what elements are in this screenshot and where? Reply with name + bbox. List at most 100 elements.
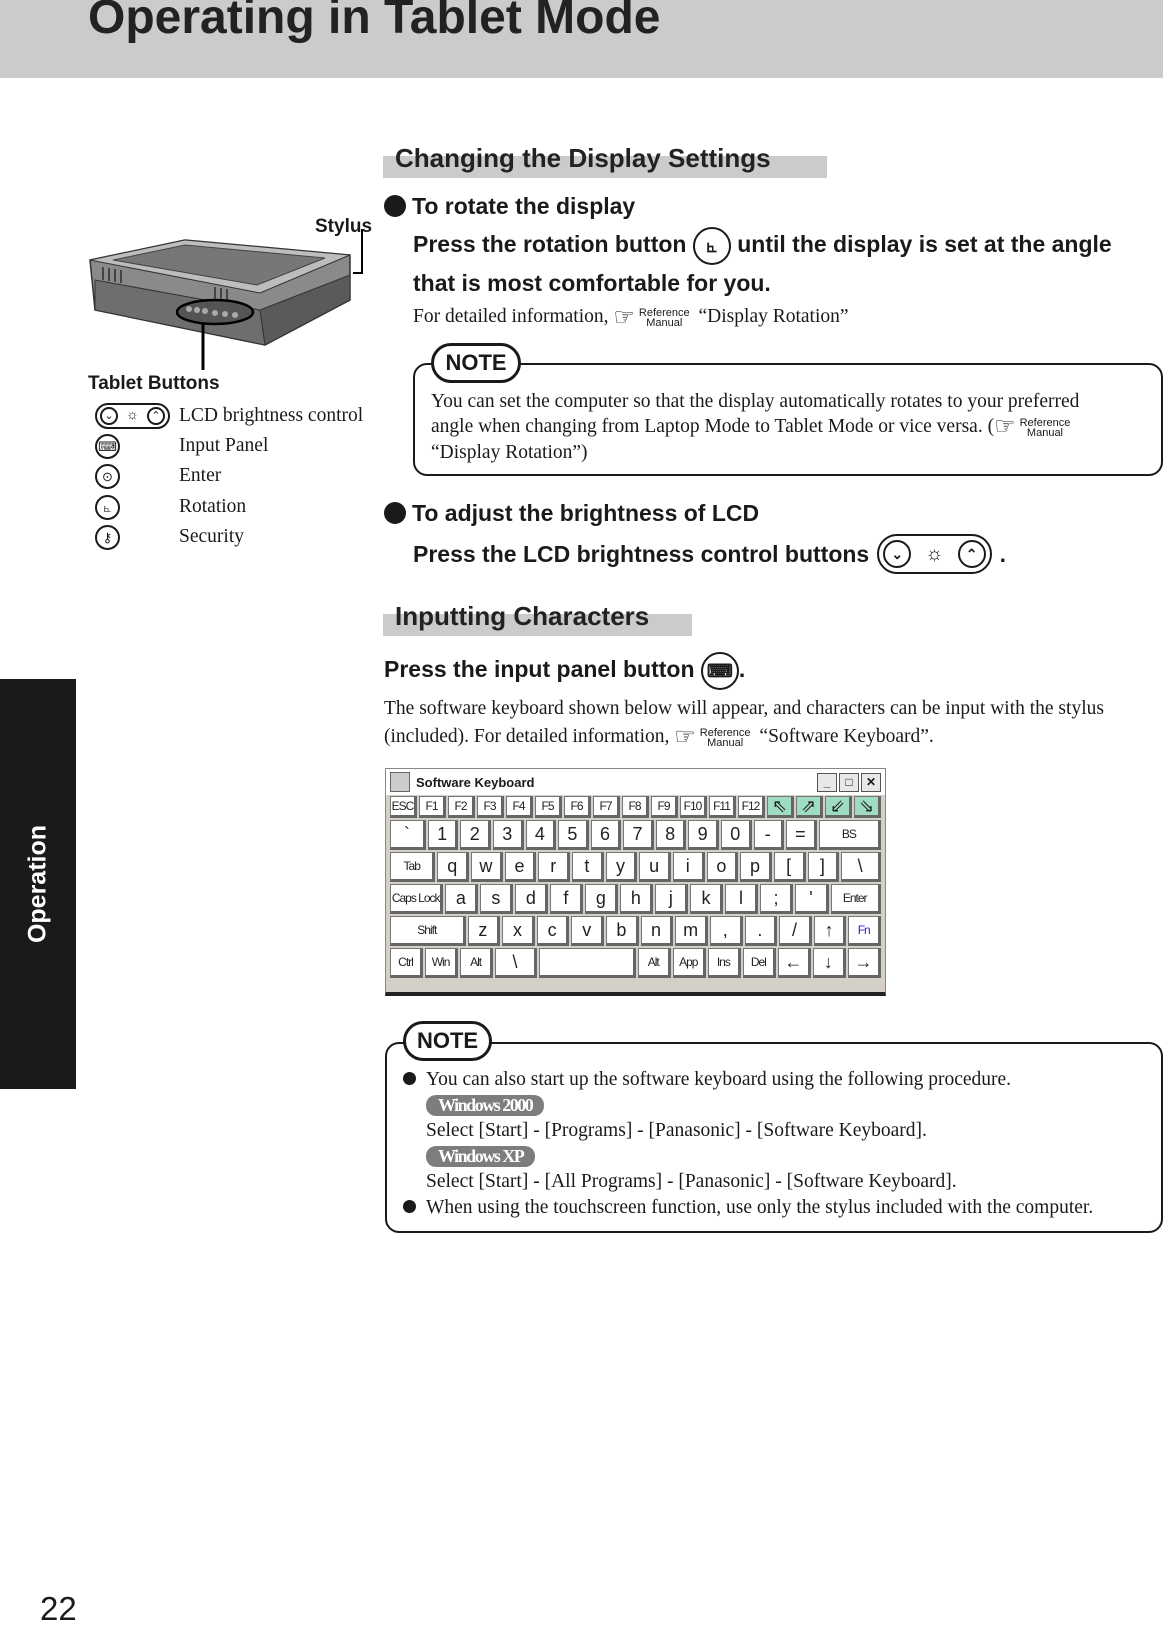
key[interactable]: h: [620, 884, 654, 914]
key[interactable]: Shift: [390, 916, 466, 946]
key[interactable]: a: [445, 884, 479, 914]
key[interactable]: l: [725, 884, 759, 914]
key[interactable]: F7: [593, 796, 620, 818]
key[interactable]: y: [605, 852, 638, 882]
key[interactable]: ⇙: [825, 796, 852, 818]
key[interactable]: ⇖: [767, 796, 794, 818]
reference-manual-icon: Reference Manual: [700, 727, 751, 748]
key[interactable]: →: [847, 948, 881, 978]
text: Select [Start] - [Programs] - [Panasonic…: [426, 1120, 927, 1141]
key[interactable]: v: [571, 916, 605, 946]
key[interactable]: 2: [460, 820, 491, 850]
key[interactable]: f: [550, 884, 584, 914]
key[interactable]: ;: [760, 884, 794, 914]
key[interactable]: Ins: [707, 948, 741, 978]
key[interactable]: m: [675, 916, 708, 946]
key[interactable]: Ctrl: [390, 948, 424, 978]
key[interactable]: 9: [688, 820, 719, 850]
key[interactable]: ': [795, 884, 829, 914]
key[interactable]: e: [504, 852, 537, 882]
key[interactable]: ←: [777, 948, 811, 978]
key[interactable]: b: [606, 916, 639, 946]
maximize-button[interactable]: □: [839, 772, 859, 792]
key[interactable]: BS: [818, 820, 882, 850]
key[interactable]: q: [437, 852, 470, 882]
key[interactable]: Alt: [637, 948, 671, 978]
key[interactable]: 6: [590, 820, 622, 850]
enter-icon: ⊙: [95, 463, 120, 489]
key[interactable]: i: [672, 852, 705, 882]
key[interactable]: 4: [525, 820, 557, 850]
note-text: You can set the computer so that the dis…: [431, 389, 1079, 465]
key[interactable]: u: [639, 852, 671, 882]
key[interactable]: t: [572, 852, 604, 882]
software-keyboard-window: Software Keyboard _ □ ✕ ESC F1 F2 F3 F4 F5 F6 F7 F…: [385, 768, 886, 996]
brightness-instruction: Press the LCD brightness control buttons…: [413, 534, 1006, 574]
key[interactable]: ESC: [390, 796, 417, 818]
key[interactable]: .: [744, 916, 778, 946]
key[interactable]: F10: [680, 796, 707, 818]
key[interactable]: g: [585, 884, 619, 914]
key[interactable]: Fn: [848, 916, 882, 946]
key[interactable]: Caps Lock: [390, 884, 444, 914]
close-button[interactable]: ✕: [861, 772, 881, 792]
key[interactable]: z: [467, 916, 501, 946]
key[interactable]: 3: [493, 820, 524, 850]
key[interactable]: [538, 948, 636, 978]
key[interactable]: w: [471, 852, 503, 882]
key[interactable]: ]: [807, 852, 840, 882]
key[interactable]: ,: [709, 916, 743, 946]
page-title: Operating in Tablet Mode: [88, 0, 661, 44]
key[interactable]: F6: [564, 796, 591, 818]
key[interactable]: o: [706, 852, 739, 882]
key[interactable]: ↑: [813, 916, 847, 946]
key[interactable]: ⇘: [854, 796, 881, 818]
pointing-hand-icon: ☞: [613, 305, 635, 331]
key[interactable]: d: [515, 884, 549, 914]
key[interactable]: r: [538, 852, 571, 882]
keyboard-row: Ctrl Win Alt \ Alt App Ins Del ← ↓ →: [386, 947, 885, 979]
key[interactable]: F9: [651, 796, 678, 818]
key[interactable]: 5: [558, 820, 589, 850]
key[interactable]: 0: [720, 820, 752, 850]
key[interactable]: [: [773, 852, 806, 882]
key[interactable]: `: [390, 820, 426, 850]
key[interactable]: \: [495, 948, 537, 978]
key[interactable]: Tab: [390, 852, 436, 882]
key[interactable]: 1: [427, 820, 459, 850]
key[interactable]: App: [672, 948, 706, 978]
key[interactable]: -: [753, 820, 785, 850]
key[interactable]: Alt: [460, 948, 494, 978]
key[interactable]: F1: [419, 796, 446, 818]
page-header: Operating in Tablet Mode: [0, 0, 1163, 78]
key[interactable]: \: [841, 852, 882, 882]
key[interactable]: F12: [738, 796, 765, 818]
key[interactable]: 7: [623, 820, 654, 850]
key[interactable]: j: [655, 884, 689, 914]
key[interactable]: c: [536, 916, 570, 946]
key[interactable]: ↓: [812, 948, 846, 978]
key[interactable]: 8: [655, 820, 687, 850]
key[interactable]: F8: [622, 796, 649, 818]
key[interactable]: k: [690, 884, 724, 914]
key[interactable]: Enter: [830, 884, 881, 914]
rotate-instruction-2: that is most comfortable for you.: [413, 270, 771, 296]
key[interactable]: s: [480, 884, 514, 914]
key[interactable]: F3: [477, 796, 504, 818]
key[interactable]: =: [786, 820, 817, 850]
key[interactable]: Del: [742, 948, 776, 978]
window-icon: [390, 772, 410, 792]
key[interactable]: F5: [535, 796, 562, 818]
text: When using the touchscreen function, use…: [426, 1196, 1094, 1218]
key[interactable]: F4: [506, 796, 533, 818]
key[interactable]: ⇗: [796, 796, 823, 818]
key[interactable]: x: [502, 916, 535, 946]
key[interactable]: n: [640, 916, 674, 946]
minimize-button[interactable]: _: [817, 772, 837, 792]
key[interactable]: F2: [448, 796, 475, 818]
key[interactable]: Win: [425, 948, 459, 978]
key[interactable]: F11: [709, 796, 736, 818]
section-heading-inputting: Inputting Characters: [383, 601, 692, 636]
key[interactable]: p: [740, 852, 772, 882]
key[interactable]: /: [779, 916, 812, 946]
